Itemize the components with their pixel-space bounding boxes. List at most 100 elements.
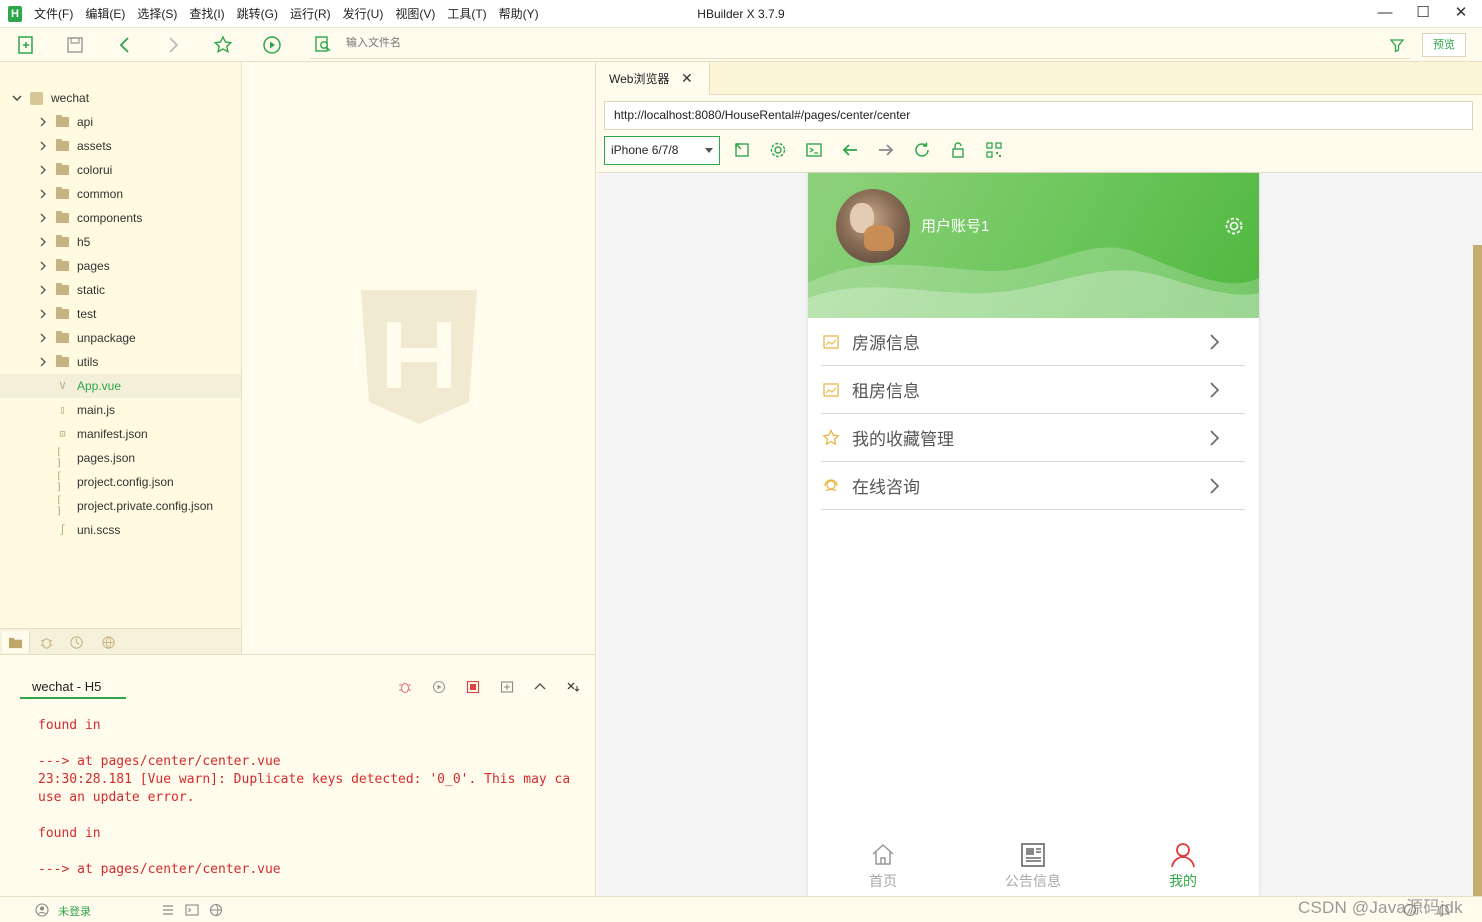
menu-view[interactable]: 视图(V) xyxy=(395,0,435,28)
clear-console-icon[interactable] xyxy=(497,677,517,697)
menu-tools[interactable]: 工具(T) xyxy=(447,0,486,28)
devtools-console-icon[interactable] xyxy=(803,139,825,161)
browser-tab-label: Web浏览器 xyxy=(609,72,670,86)
cloud-status-icon[interactable] xyxy=(208,902,224,918)
chevron-down-icon[interactable] xyxy=(10,86,24,110)
settings-gear-icon[interactable] xyxy=(767,139,789,161)
tree-file[interactable]: [ ] pages.json xyxy=(0,446,241,470)
chevron-right-icon[interactable] xyxy=(36,350,50,374)
chevron-right-icon[interactable] xyxy=(36,182,50,206)
chevron-right-icon[interactable] xyxy=(36,110,50,134)
tree-folder[interactable]: assets xyxy=(0,134,241,158)
debug-bug-icon[interactable] xyxy=(395,677,415,697)
menu-item-favorites[interactable]: 我的收藏管理 xyxy=(821,414,1245,462)
filter-icon[interactable] xyxy=(1384,32,1410,58)
debug-tab-icon[interactable] xyxy=(32,631,60,653)
minimize-button[interactable]: — xyxy=(1366,0,1404,28)
back-icon[interactable] xyxy=(112,32,138,58)
menu-help[interactable]: 帮助(Y) xyxy=(499,0,539,28)
save-icon[interactable] xyxy=(62,32,88,58)
menu-find[interactable]: 查找(I) xyxy=(189,0,224,28)
new-file-icon[interactable] xyxy=(13,32,39,58)
tree-file[interactable]: [ ] project.private.config.json xyxy=(0,494,241,518)
project-manager-tab-icon[interactable] xyxy=(2,631,30,653)
file-search-input[interactable] xyxy=(346,37,746,49)
tab-home[interactable]: 首页 xyxy=(833,841,933,896)
menu-item-online-consult[interactable]: 在线咨询 xyxy=(821,462,1245,510)
menu-edit[interactable]: 编辑(E) xyxy=(85,0,125,28)
maximize-button[interactable]: ☐ xyxy=(1404,0,1442,28)
refresh-icon[interactable] xyxy=(911,139,933,161)
chevron-right-icon[interactable] xyxy=(36,254,50,278)
run-icon[interactable] xyxy=(259,32,285,58)
tree-folder[interactable]: test xyxy=(0,302,241,326)
file-search-icon[interactable] xyxy=(310,31,336,57)
tree-file[interactable]: ∫ uni.scss xyxy=(0,518,241,542)
restart-icon[interactable] xyxy=(429,677,449,697)
tree-file[interactable]: ▯ main.js xyxy=(0,398,241,422)
close-console-icon[interactable] xyxy=(563,677,583,697)
newspaper-icon xyxy=(1021,843,1045,867)
chevron-right-icon[interactable] xyxy=(36,134,50,158)
terminal-icon[interactable] xyxy=(184,902,200,918)
chevron-right-icon[interactable] xyxy=(36,158,50,182)
tab-web-browser[interactable]: Web浏览器 ✕ xyxy=(597,62,710,95)
chevron-right-icon[interactable] xyxy=(36,206,50,230)
preview-button[interactable]: 预览 xyxy=(1422,33,1466,57)
tree-folder-label: components xyxy=(77,211,143,225)
cloud-tab-icon[interactable] xyxy=(94,631,122,653)
chevron-right-icon[interactable] xyxy=(36,326,50,350)
tree-folder[interactable]: unpackage xyxy=(0,326,241,350)
tree-folder-label: assets xyxy=(77,139,112,153)
forward-icon[interactable] xyxy=(160,32,186,58)
url-input[interactable]: http://localhost:8080/HouseRental#/pages… xyxy=(604,101,1473,130)
tree-file-selected[interactable]: V App.vue xyxy=(0,374,241,398)
chevron-right-icon[interactable] xyxy=(36,278,50,302)
tree-project-root[interactable]: wechat xyxy=(0,86,241,110)
rotate-screen-icon[interactable] xyxy=(731,139,753,161)
tree-folder[interactable]: api xyxy=(0,110,241,134)
user-account-icon[interactable] xyxy=(34,902,50,918)
menu-item-house-info[interactable]: 房源信息 xyxy=(821,318,1245,366)
settings-gear-icon[interactable] xyxy=(1223,215,1245,237)
tab-announcements[interactable]: 公告信息 xyxy=(983,841,1083,896)
stop-icon[interactable] xyxy=(463,677,483,697)
avatar[interactable] xyxy=(836,189,910,263)
login-status[interactable]: 未登录 xyxy=(58,903,91,919)
tab-label: 我的 xyxy=(1169,873,1197,889)
menu-goto[interactable]: 跳转(G) xyxy=(237,0,278,28)
menu-run[interactable]: 运行(R) xyxy=(290,0,331,28)
close-window-button[interactable]: ✕ xyxy=(1442,0,1480,28)
console-tab[interactable]: wechat - H5 xyxy=(20,675,126,699)
tree-folder[interactable]: h5 xyxy=(0,230,241,254)
menu-item-rental-info[interactable]: 租房信息 xyxy=(821,366,1245,414)
qrcode-icon[interactable] xyxy=(983,139,1005,161)
tree-folder[interactable]: utils xyxy=(0,350,241,374)
tree-folder[interactable]: components xyxy=(0,206,241,230)
tree-file[interactable]: [ ] project.config.json xyxy=(0,470,241,494)
folder-icon xyxy=(56,115,69,127)
unlock-icon[interactable] xyxy=(947,139,969,161)
folder-icon xyxy=(56,139,69,151)
menu-publish[interactable]: 发行(U) xyxy=(343,0,384,28)
tree-folder[interactable]: static xyxy=(0,278,241,302)
chevron-right-icon[interactable] xyxy=(36,230,50,254)
project-explorer: wechat api assets colorui common compone… xyxy=(0,62,242,628)
close-tab-icon[interactable]: ✕ xyxy=(681,71,695,85)
device-select[interactable]: iPhone 6/7/8 xyxy=(604,136,720,165)
menu-file[interactable]: 文件(F) xyxy=(34,0,73,28)
panel-edge-scrollbar[interactable] xyxy=(1473,245,1482,896)
browser-forward-icon[interactable] xyxy=(875,139,897,161)
list-icon[interactable] xyxy=(160,902,176,918)
menu-select[interactable]: 选择(S) xyxy=(137,0,177,28)
tab-mine[interactable]: 我的 xyxy=(1133,841,1233,896)
chevron-up-icon[interactable] xyxy=(530,677,550,697)
plugin-tab-icon[interactable] xyxy=(62,631,90,653)
tree-folder[interactable]: pages xyxy=(0,254,241,278)
favorite-star-icon[interactable] xyxy=(210,32,236,58)
tree-folder[interactable]: common xyxy=(0,182,241,206)
tree-folder[interactable]: colorui xyxy=(0,158,241,182)
chevron-right-icon[interactable] xyxy=(36,302,50,326)
tree-file[interactable]: ⊡ manifest.json xyxy=(0,422,241,446)
browser-back-icon[interactable] xyxy=(839,139,861,161)
